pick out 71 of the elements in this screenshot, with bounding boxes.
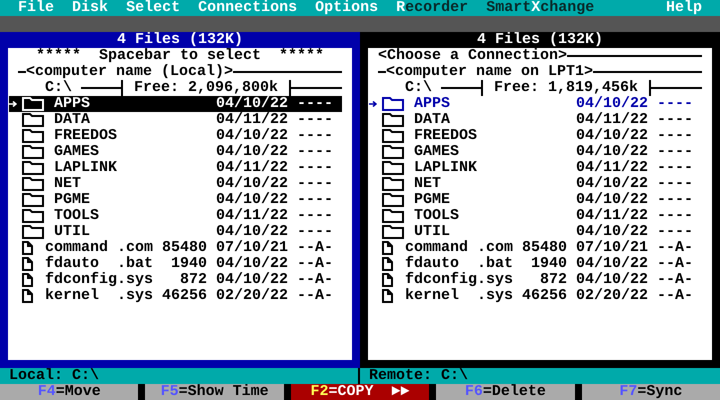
- file-row[interactable]: LAPLINK 04/11/22 ----: [369, 160, 702, 176]
- file-row[interactable]: PGME 04/10/22 ----: [9, 192, 342, 208]
- status-text: Remote: C:\: [369, 367, 468, 384]
- file-row[interactable]: TOOLS 04/11/22 ----: [9, 208, 342, 224]
- folder-icon: [22, 97, 44, 111]
- file-row[interactable]: TOOLS 04/11/22 ----: [369, 208, 702, 224]
- folder-icon: [22, 209, 44, 223]
- file-icon: [382, 241, 393, 255]
- folder-icon: [22, 129, 44, 143]
- file-row[interactable]: DATA 04/11/22 ----: [369, 112, 702, 128]
- free-space: Free: 1,819,456k: [481, 80, 652, 96]
- file-row[interactable]: DATA 04/11/22 ----: [9, 112, 342, 128]
- file-icon: [382, 289, 393, 303]
- file-row[interactable]: GAMES 04/10/22 ----: [369, 144, 702, 160]
- menu-item[interactable]: SmartXchange: [486, 0, 594, 16]
- folder-icon: [22, 113, 44, 127]
- computer-name: <computer name (Local)>: [26, 64, 234, 80]
- folder-icon: [382, 97, 404, 111]
- file-row[interactable]: fdconfig.sys 872 04/10/22 --A-: [369, 272, 702, 288]
- function-key-button[interactable]: F4=Move: [0, 384, 138, 400]
- path-label: C:\: [45, 80, 74, 96]
- folder-icon: [22, 177, 44, 191]
- file-row[interactable]: FREEDOS 04/10/22 ----: [369, 128, 702, 144]
- panel-title: 4 Files (132K): [116, 32, 244, 48]
- file-row[interactable]: NET 04/10/22 ----: [369, 176, 702, 192]
- file-icon: [22, 257, 33, 271]
- file-icon: [22, 273, 33, 287]
- function-key-button[interactable]: F6=Delete: [436, 384, 575, 400]
- computer-name: <computer name on LPT1>: [386, 64, 594, 80]
- file-row[interactable]: command .com 85480 07/10/21 --A-: [369, 240, 702, 256]
- file-icon: [382, 273, 393, 287]
- file-row[interactable]: UTIL 04/10/22 ----: [9, 224, 342, 240]
- file-row[interactable]: kernel .sys 46256 02/20/22 --A-: [369, 288, 702, 304]
- instruction-text: ***** Spacebar to select *****: [36, 48, 324, 64]
- file-row[interactable]: NET 04/10/22 ----: [9, 176, 342, 192]
- folder-icon: [382, 209, 404, 223]
- file-row[interactable]: fdconfig.sys 872 04/10/22 --A-: [9, 272, 342, 288]
- file-row[interactable]: APPS 04/10/22 ----: [369, 96, 702, 112]
- menu-item[interactable]: Recorder: [396, 0, 468, 16]
- folder-icon: [22, 193, 44, 207]
- file-row[interactable]: LAPLINK 04/11/22 ----: [9, 160, 342, 176]
- folder-icon: [382, 129, 404, 143]
- folder-icon: [22, 225, 44, 239]
- file-row[interactable]: PGME 04/10/22 ----: [369, 192, 702, 208]
- function-key-button[interactable]: F2=COPY ►►: [290, 384, 430, 400]
- folder-icon: [382, 225, 404, 239]
- function-key-button[interactable]: F5=Show Time: [145, 384, 284, 400]
- folder-icon: [22, 145, 44, 159]
- folder-icon: [382, 193, 404, 207]
- status-text: Local: C:\: [9, 367, 100, 384]
- path-label: C:\: [405, 80, 434, 96]
- folder-icon: [22, 161, 44, 175]
- file-row[interactable]: APPS 04/10/22 ----: [9, 96, 342, 112]
- file-row[interactable]: GAMES 04/10/22 ----: [9, 144, 342, 160]
- folder-icon: [382, 145, 404, 159]
- folder-icon: [382, 177, 404, 191]
- file-row[interactable]: fdauto .bat 1940 04/10/22 --A-: [9, 256, 342, 272]
- file-row[interactable]: UTIL 04/10/22 ----: [369, 224, 702, 240]
- file-icon: [22, 241, 33, 255]
- panel-title: 4 Files (132K): [476, 32, 604, 48]
- file-icon: [22, 289, 33, 303]
- function-key-button[interactable]: F7=Sync: [582, 384, 720, 400]
- file-row[interactable]: FREEDOS 04/10/22 ----: [9, 128, 342, 144]
- file-icon: [382, 257, 393, 271]
- cursor-arrow-icon: [369, 101, 377, 107]
- file-row[interactable]: fdauto .bat 1940 04/10/22 --A-: [369, 256, 702, 272]
- folder-icon: [382, 113, 404, 127]
- folder-icon: [382, 161, 404, 175]
- connection-label: <Choose a Connection>: [378, 48, 568, 64]
- file-row[interactable]: command .com 85480 07/10/21 --A-: [9, 240, 342, 256]
- file-row[interactable]: kernel .sys 46256 02/20/22 --A-: [9, 288, 342, 304]
